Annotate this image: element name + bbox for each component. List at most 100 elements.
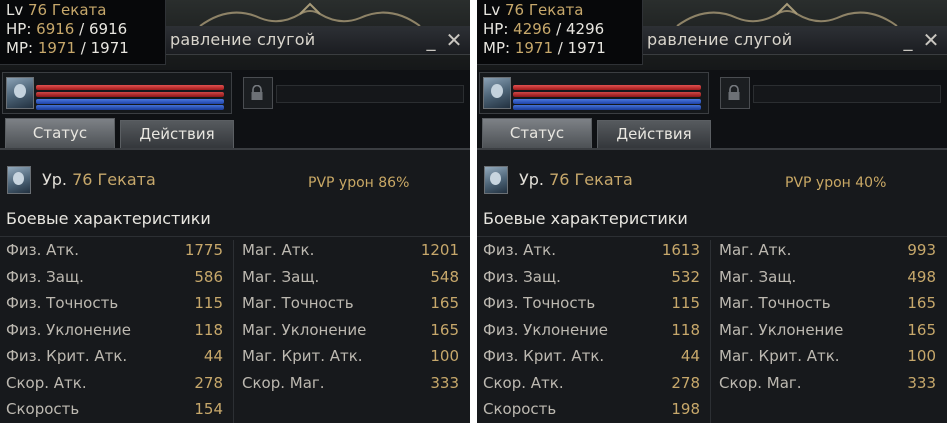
pet-portrait-icon <box>484 166 508 194</box>
servitor-panel-right: равление слугой _ ✕ Lv 76 Геката HP: 429… <box>477 0 947 423</box>
stat-value: 278 <box>194 373 223 392</box>
tooltip-mp-row: MP: 1971 / 1971 <box>483 39 606 57</box>
tab-actions[interactable]: Действия <box>597 120 711 149</box>
pvp-damage: PVP урон 40% <box>785 175 887 191</box>
tooltip-mp-slash: / <box>80 39 86 57</box>
stat-value: 198 <box>671 400 700 418</box>
magic-stat-row: Скор. Маг. 333 <box>242 374 459 400</box>
stat-label: Физ. Защ. <box>6 267 84 286</box>
pet-status-bars[interactable] <box>479 72 709 114</box>
stat-label: Физ. Крит. Атк. <box>6 347 128 365</box>
stat-label: Скорость <box>6 400 80 418</box>
pet-level-value: 76 <box>549 170 570 189</box>
magic-stat-row: Маг. Защ. 548 <box>242 268 459 294</box>
stat-value: 1201 <box>420 241 459 259</box>
stat-value: 532 <box>671 267 700 286</box>
close-icon[interactable]: ✕ <box>921 29 941 51</box>
tooltip-mp-current: 1971 <box>514 39 554 57</box>
tooltip-hp-row: HP: 4296 / 4296 <box>483 20 604 38</box>
tooltip-mp-current: 1971 <box>37 39 77 57</box>
column-divider <box>710 240 711 423</box>
pet-name: Геката <box>574 170 633 189</box>
tooltip-pet-name: Геката <box>528 1 584 19</box>
stat-label: Физ. Уклонение <box>483 320 608 339</box>
tooltip-mp-slash: / <box>557 39 563 57</box>
stat-value: 115 <box>194 294 223 312</box>
stat-label: Физ. Атк. <box>6 241 80 259</box>
tooltip-mp-max: 1971 <box>90 39 129 57</box>
stat-label: Маг. Крит. Атк. <box>242 347 363 365</box>
magic-stat-row: Скор. Маг. 333 <box>719 374 936 400</box>
stat-value: 115 <box>671 294 700 312</box>
pet-name: Геката <box>97 170 156 189</box>
hp-bar <box>513 85 701 90</box>
tab-status[interactable]: Статус <box>482 118 592 149</box>
pet-level-label: Ур. <box>519 170 544 189</box>
tooltip-hp-slash: / <box>79 20 85 38</box>
pet-portrait-icon <box>7 166 31 194</box>
stat-value: 44 <box>680 347 700 365</box>
lock-button[interactable] <box>243 77 273 109</box>
pet-name-line: Ур. 76 Геката <box>519 170 633 189</box>
stat-label: Маг. Защ. <box>719 267 797 286</box>
tooltip-pet-name: Геката <box>51 1 107 19</box>
stat-value: 165 <box>907 320 936 339</box>
tab-actions[interactable]: Действия <box>120 120 234 149</box>
tooltip-mp-label: MP: <box>483 39 511 57</box>
tooltip-lv-value: 76 <box>505 1 525 19</box>
tooltip-hp-max: 6916 <box>88 20 128 38</box>
pet-portrait-icon[interactable] <box>483 77 511 109</box>
minimize-icon[interactable]: _ <box>900 32 916 52</box>
tooltip-mp-max: 1971 <box>567 39 606 57</box>
minimize-icon[interactable]: _ <box>423 32 439 52</box>
locked-slot-bar <box>276 85 464 103</box>
stat-label: Физ. Атк. <box>483 241 557 259</box>
tooltip-level-row: Lv 76 Геката <box>483 1 583 19</box>
physical-stat-row: Физ. Крит. Атк. 44 <box>6 347 223 373</box>
stat-label: Физ. Точность <box>6 294 119 312</box>
physical-stat-row: Физ. Точность 115 <box>6 294 223 320</box>
tooltip-hp-max: 4296 <box>565 20 605 38</box>
pet-portrait-icon[interactable] <box>6 77 34 109</box>
stat-label: Маг. Точность <box>719 294 831 312</box>
stat-label: Физ. Защ. <box>483 267 561 286</box>
tooltip-lv-label: Lv <box>6 1 24 19</box>
magic-stat-row: Маг. Атк. 993 <box>719 241 936 267</box>
stat-label: Физ. Крит. Атк. <box>483 347 605 365</box>
pet-status-bars[interactable] <box>2 72 232 114</box>
magic-stat-row: Маг. Крит. Атк. 100 <box>719 347 936 373</box>
physical-stat-row: Физ. Точность 115 <box>483 294 700 320</box>
tooltip-mp-label: MP: <box>6 39 34 57</box>
magic-stat-row: Маг. Атк. 1201 <box>242 241 459 267</box>
tooltip-lv-label: Lv <box>483 1 501 19</box>
mp-bar-secondary <box>513 105 701 110</box>
stat-label: Физ. Точность <box>483 294 596 312</box>
stat-value: 586 <box>194 267 223 286</box>
servitor-panel-left: равление слугой _ ✕ Lv 76 Геката HP: 691… <box>0 0 470 423</box>
stat-value: 333 <box>430 373 459 392</box>
section-divider <box>0 236 470 237</box>
lock-icon <box>251 85 263 100</box>
tooltip-hp-label: HP: <box>6 20 32 38</box>
stat-value: 993 <box>907 241 936 259</box>
tab-status[interactable]: Статус <box>5 118 115 149</box>
tooltip-hp-slash: / <box>556 20 562 38</box>
physical-stat-row: Скор. Атк. 278 <box>483 374 700 400</box>
stat-value: 278 <box>671 373 700 392</box>
stat-label: Скор. Атк. <box>483 373 564 392</box>
stat-value: 165 <box>430 320 459 339</box>
lock-button[interactable] <box>720 77 750 109</box>
close-icon[interactable]: ✕ <box>444 29 464 51</box>
stat-label: Маг. Атк. <box>719 241 792 259</box>
physical-stat-row: Физ. Защ. 532 <box>483 268 700 294</box>
hp-bar-secondary <box>36 92 224 97</box>
tooltip-hp-row: HP: 6916 / 6916 <box>6 20 127 38</box>
mp-bar <box>513 99 701 104</box>
mp-bar <box>36 99 224 104</box>
stat-value: 118 <box>671 320 700 339</box>
magic-stat-row: Маг. Уклонение 165 <box>719 321 936 347</box>
stat-value: 100 <box>430 347 459 365</box>
lock-icon <box>728 85 740 100</box>
stat-value: 498 <box>907 267 936 286</box>
physical-stat-row: Физ. Атк. 1613 <box>483 241 700 267</box>
